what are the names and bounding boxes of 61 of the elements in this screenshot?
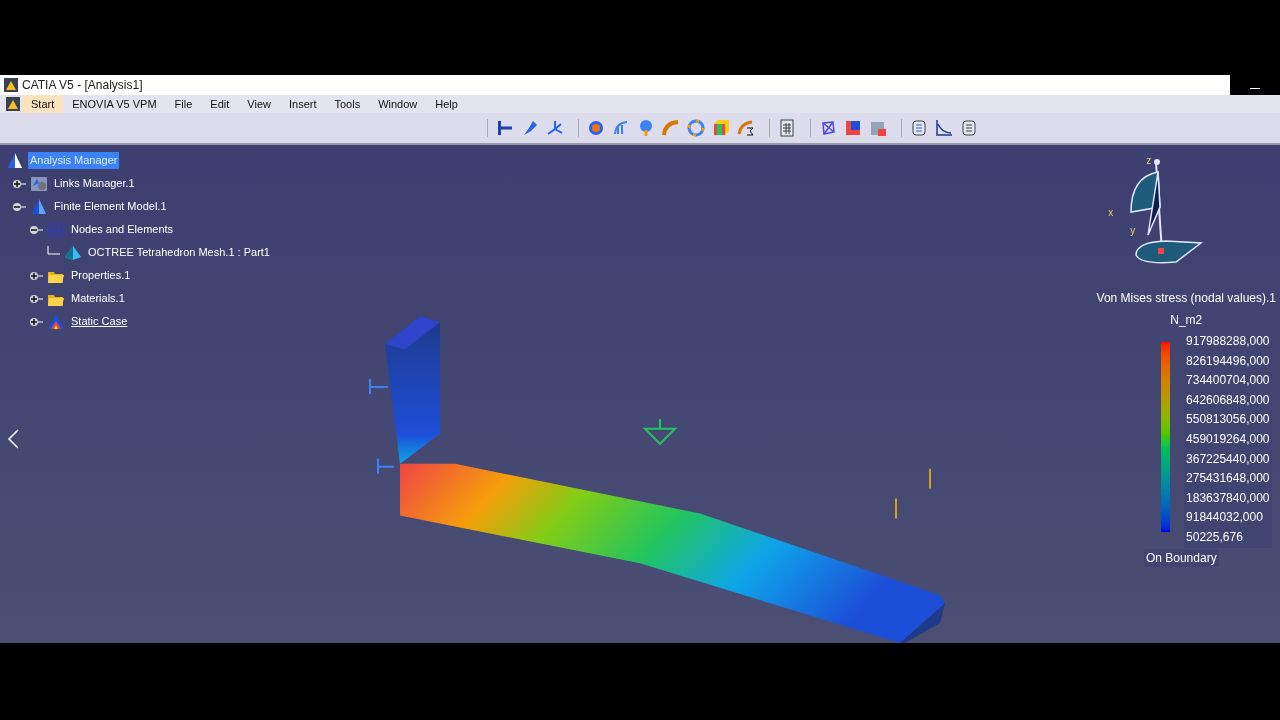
scroll-icon[interactable]	[910, 119, 928, 137]
tree-item[interactable]: Nodes and Elements	[69, 221, 176, 238]
collapse-icon[interactable]	[12, 201, 26, 212]
mesh-icon[interactable]	[819, 119, 837, 137]
legend-value: 367225440,000	[1184, 449, 1272, 470]
tree-item[interactable]: Materials.1	[69, 290, 127, 307]
legend-value: 275431648,000	[1184, 469, 1272, 489]
pyramid-icon	[47, 312, 65, 331]
lifebuoy-icon[interactable]	[687, 119, 705, 137]
tree-item[interactable]: Links Manager.1	[52, 175, 137, 192]
cube-icon[interactable]	[712, 119, 730, 137]
collapse-icon[interactable]	[29, 224, 43, 235]
menu-item[interactable]: Window	[369, 95, 427, 113]
menu-item[interactable]: Edit	[201, 95, 239, 113]
arrows-icon[interactable]	[612, 119, 630, 137]
tree-item[interactable]: Static Case	[69, 313, 130, 330]
pyramid-icon	[30, 197, 48, 216]
axes-icon[interactable]	[546, 119, 564, 137]
chevron-left-icon[interactable]	[6, 428, 20, 450]
target-icon[interactable]	[587, 119, 605, 137]
legend-value: 550813056,000	[1184, 410, 1272, 430]
bulb-icon[interactable]	[637, 119, 655, 137]
menu-item[interactable]: Help	[426, 95, 467, 113]
legend-value: 459019264,000	[1184, 429, 1272, 450]
menu-item[interactable]: View	[238, 95, 280, 113]
image-icon[interactable]	[869, 119, 887, 137]
sigma-icon[interactable]	[737, 119, 755, 137]
menu-item[interactable]: File	[165, 95, 202, 113]
axis-label: z	[1146, 154, 1152, 168]
menu-item[interactable]: Start	[22, 95, 64, 113]
graph-icon[interactable]	[935, 119, 953, 137]
app-logo-icon	[4, 97, 22, 111]
legend-value: 642606848,000	[1184, 390, 1272, 411]
expand-icon[interactable]	[12, 178, 26, 189]
expand-icon[interactable]	[29, 316, 43, 327]
legend-value: 50225,676	[1184, 527, 1272, 548]
tree-item[interactable]: OCTREE Tetrahedron Mesh.1 : Part1	[86, 244, 272, 261]
shape-icon[interactable]	[844, 119, 862, 137]
tree-item[interactable]: Properties.1	[69, 267, 133, 284]
legend-value: 183637840,000	[1184, 488, 1272, 509]
clamp-icon[interactable]	[496, 119, 514, 137]
grid-icon	[47, 220, 65, 239]
tree-item[interactable]: Finite Element Model.1	[52, 198, 169, 215]
menu-item[interactable]: ENOVIA V5 VPM	[63, 95, 166, 113]
minimize-icon[interactable]	[1250, 88, 1260, 90]
axis-label: y	[1130, 224, 1136, 238]
pyramid-icon	[6, 151, 24, 170]
expand-icon[interactable]	[29, 293, 43, 304]
axis-label: x	[1108, 206, 1114, 220]
menu-item[interactable]: Insert	[279, 95, 326, 113]
window-title: CATIA V5 - [Analysis1]	[22, 77, 143, 94]
calculator-icon[interactable]	[778, 119, 796, 137]
legend-value: 91844032,000	[1184, 508, 1272, 528]
legend-footer: On Boundary	[1143, 548, 1219, 567]
expand-icon[interactable]	[29, 270, 43, 281]
menu-item[interactable]: Tools	[325, 95, 370, 113]
legend-title: Von Mises stress (nodal values).1	[1096, 290, 1276, 307]
scroll-icon[interactable]	[960, 119, 978, 137]
legend-unit: N_m2	[1170, 312, 1203, 329]
pin-icon[interactable]	[521, 119, 539, 137]
app-logo-icon	[4, 78, 18, 92]
